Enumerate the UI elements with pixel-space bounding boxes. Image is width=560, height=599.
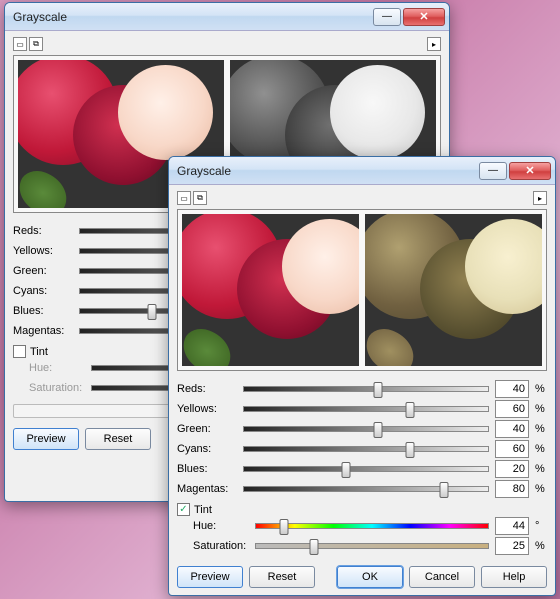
- saturation-slider[interactable]: [255, 543, 489, 549]
- preview-button[interactable]: Preview: [177, 566, 243, 588]
- titlebar[interactable]: Grayscale — ✕: [5, 3, 449, 31]
- magentas-row: Magentas: 80 %: [177, 479, 547, 499]
- tint-checkbox[interactable]: ✓: [177, 503, 190, 516]
- yellows-row: Yellows: 60 %: [177, 399, 547, 419]
- cancel-button[interactable]: Cancel: [409, 566, 475, 588]
- preview-before[interactable]: [182, 214, 359, 366]
- hue-row: Hue: 44 °: [177, 516, 547, 536]
- green-row: Green: 40 %: [177, 419, 547, 439]
- preview-after[interactable]: [365, 214, 542, 366]
- green-label: Green:: [13, 265, 73, 277]
- saturation-unit: %: [535, 540, 547, 552]
- blues-input[interactable]: 20: [495, 460, 529, 478]
- button-bar: Preview Reset OK Cancel Help: [177, 566, 547, 588]
- yellows-slider[interactable]: [243, 406, 489, 412]
- yellows-label: Yellows:: [177, 403, 237, 415]
- minimize-button[interactable]: —: [373, 8, 401, 26]
- close-button[interactable]: ✕: [509, 162, 551, 180]
- magentas-label: Magentas:: [13, 325, 73, 337]
- cyans-slider[interactable]: [243, 446, 489, 452]
- cyans-label: Cyans:: [13, 285, 73, 297]
- green-slider[interactable]: [243, 426, 489, 432]
- reds-input[interactable]: 40: [495, 380, 529, 398]
- close-button[interactable]: ✕: [403, 8, 445, 26]
- preview-single-icon[interactable]: ▭: [177, 191, 191, 205]
- preview-menu-icon[interactable]: ▸: [427, 37, 441, 51]
- tint-row: ✓ Tint: [177, 503, 547, 516]
- preview-split-icon[interactable]: ⧉: [193, 191, 207, 205]
- preview-menu-icon[interactable]: ▸: [533, 191, 547, 205]
- minimize-button[interactable]: —: [479, 162, 507, 180]
- preview-toolbar: ▭ ⧉ ▸: [177, 191, 547, 205]
- grayscale-window-front: Grayscale — ✕ ▭ ⧉ ▸ Reds: 40: [168, 156, 556, 596]
- saturation-row: Saturation: 25 %: [177, 536, 547, 556]
- cyans-row: Cyans: 60 %: [177, 439, 547, 459]
- magentas-unit: %: [535, 483, 547, 495]
- window-controls: — ✕: [479, 162, 551, 180]
- preview-toolbar: ▭ ⧉ ▸: [13, 37, 441, 51]
- reset-button[interactable]: Reset: [85, 428, 151, 450]
- preview-button[interactable]: Preview: [13, 428, 79, 450]
- tint-checkbox[interactable]: [13, 345, 26, 358]
- hue-label: Hue:: [193, 520, 249, 532]
- cyans-label: Cyans:: [177, 443, 237, 455]
- yellows-label: Yellows:: [13, 245, 73, 257]
- window-controls: — ✕: [373, 8, 445, 26]
- reds-slider[interactable]: [243, 386, 489, 392]
- yellows-unit: %: [535, 403, 547, 415]
- preview-single-icon[interactable]: ▭: [13, 37, 27, 51]
- ok-button[interactable]: OK: [337, 566, 403, 588]
- green-label: Green:: [177, 423, 237, 435]
- blues-unit: %: [535, 463, 547, 475]
- magentas-input[interactable]: 80: [495, 480, 529, 498]
- yellows-input[interactable]: 60: [495, 400, 529, 418]
- saturation-input[interactable]: 25: [495, 537, 529, 555]
- blues-row: Blues: 20 %: [177, 459, 547, 479]
- tint-label: Tint: [30, 346, 48, 358]
- blues-label: Blues:: [13, 305, 73, 317]
- channel-sliders: Reds: 40 % Yellows: 60 % Green: 40 % Cya…: [177, 379, 547, 499]
- saturation-label: Saturation:: [29, 382, 85, 394]
- blues-slider[interactable]: [243, 466, 489, 472]
- help-button[interactable]: Help: [481, 566, 547, 588]
- reds-unit: %: [535, 383, 547, 395]
- green-unit: %: [535, 423, 547, 435]
- reds-row: Reds: 40 %: [177, 379, 547, 399]
- hue-unit: °: [535, 520, 547, 532]
- hue-label: Hue:: [29, 362, 85, 374]
- hue-input[interactable]: 44: [495, 517, 529, 535]
- reset-button[interactable]: Reset: [249, 566, 315, 588]
- magentas-slider[interactable]: [243, 486, 489, 492]
- window-title: Grayscale: [13, 10, 373, 24]
- reds-label: Reds:: [177, 383, 237, 395]
- preview-area: [177, 209, 547, 371]
- cyans-input[interactable]: 60: [495, 440, 529, 458]
- reds-label: Reds:: [13, 225, 73, 237]
- hue-slider[interactable]: [255, 523, 489, 529]
- titlebar[interactable]: Grayscale — ✕: [169, 157, 555, 185]
- saturation-label: Saturation:: [193, 540, 249, 552]
- green-input[interactable]: 40: [495, 420, 529, 438]
- magentas-label: Magentas:: [177, 483, 237, 495]
- blues-label: Blues:: [177, 463, 237, 475]
- cyans-unit: %: [535, 443, 547, 455]
- tint-label: Tint: [194, 504, 212, 516]
- window-title: Grayscale: [177, 164, 479, 178]
- preview-split-icon[interactable]: ⧉: [29, 37, 43, 51]
